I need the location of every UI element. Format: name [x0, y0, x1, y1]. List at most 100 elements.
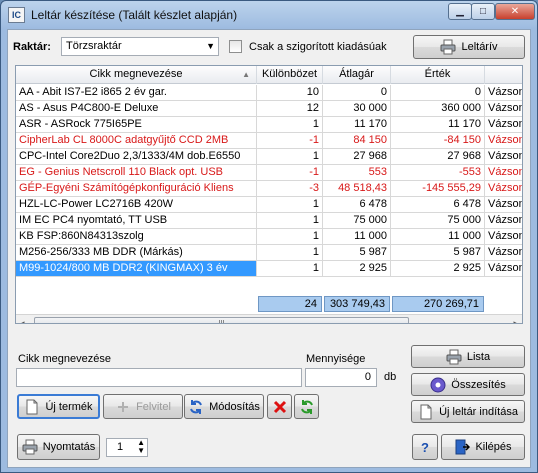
osszesites-button[interactable]: Összesítés [411, 373, 525, 396]
client-area: Raktár: Törzsraktár ▼ Csak a szigorított… [7, 29, 531, 468]
cell-kulonbozet: 1 [257, 229, 323, 245]
horizontal-scrollbar[interactable]: ◂ ||| ▸ [16, 314, 522, 323]
window-title: Leltár készítése (Talált készlet alapján… [31, 8, 238, 22]
table-row[interactable]: KB FSP:860N84313szolg111 00011 000Vázson… [16, 229, 522, 245]
document-icon [24, 399, 40, 415]
column-header-extra[interactable] [485, 66, 522, 84]
scroll-left-icon[interactable]: ◂ [20, 318, 25, 323]
cell-ertek: -553 [391, 165, 485, 181]
cell-atlagar: 27 968 [323, 149, 391, 165]
table-row[interactable]: HZL-LC-Power LC2716B 420W 1 6 478 6 478 Vázs… [16, 197, 522, 213]
scroll-right-icon[interactable]: ▸ [513, 318, 518, 323]
minimize-button[interactable]: ▁ [448, 3, 472, 20]
cell-extra: Vázsonyin [485, 165, 522, 181]
column-header-ertek[interactable]: Érték [391, 66, 485, 84]
title-bar[interactable]: IC Leltár készítése (Talált készlet alap… [1, 1, 537, 29]
cell-kulonbozet: 1 [257, 261, 323, 277]
column-header-name[interactable]: Cikk megnevezése ▲ [16, 66, 257, 84]
cell-kulonbozet: -1 [257, 133, 323, 149]
cell-atlagar: 5 987 [323, 245, 391, 261]
cell-name: M256-256/333 MB DDR (Márkás) [16, 245, 257, 261]
raktar-select[interactable]: Törzsraktár ▼ [61, 37, 219, 56]
cell-ertek: 2 925 [391, 261, 485, 277]
table-row[interactable]: ASR - ASRock 775I65PE111 17011 170Vázson… [16, 117, 522, 133]
cell-kulonbozet: 1 [257, 213, 323, 229]
green-refresh-icon [299, 399, 315, 415]
cell-extra: Vázsonyin [485, 117, 522, 133]
table-header: Cikk megnevezése ▲ Különbözet Átlagár Ért… [16, 66, 522, 84]
cell-name: ASR - ASRock 775I65PE [16, 117, 257, 133]
cell-kulonbozet: 1 [257, 149, 323, 165]
cell-kulonbozet: 10 [257, 85, 323, 101]
column-header-kulonbozet[interactable]: Különbözet [257, 66, 323, 84]
uj-termek-button[interactable]: Új termék [17, 394, 100, 419]
close-button[interactable]: ✕ [495, 3, 535, 20]
table-row[interactable]: AS - Asus P4C800-E Deluxe 12 30 000 360 000… [16, 101, 522, 117]
cell-name: AS - Asus P4C800-E Deluxe [16, 101, 257, 117]
spinner-arrows-icon[interactable]: ▲ ▼ [137, 439, 145, 455]
cell-extra: Vázsonyin [485, 181, 522, 197]
cell-kulonbozet: 1 [257, 245, 323, 261]
delete-x-icon [272, 399, 288, 415]
strict-checkbox[interactable] [229, 40, 242, 53]
raktar-select-value: Törzsraktár [66, 40, 122, 52]
mennyiseg-input[interactable]: 0 [305, 368, 377, 387]
uj-leltar-button[interactable]: Új leltár indítása [411, 400, 525, 423]
unit-label: db [384, 371, 397, 383]
cell-extra: Vázsonyin [485, 213, 522, 229]
felvitel-button[interactable]: Felvitel [103, 394, 183, 419]
cell-ertek: 27 968 [391, 149, 485, 165]
cell-extra: Vázsonyin [485, 261, 522, 277]
table-row[interactable]: GÉP-Egyéni Számítógépkonfiguráció Kliens… [16, 181, 522, 197]
table-row[interactable]: IM EC PC4 nyomtató, TT USB 1 75 000 75 000 V… [16, 213, 522, 229]
refresh-button[interactable] [294, 394, 319, 419]
cell-name: IM EC PC4 nyomtató, TT USB [16, 213, 257, 229]
leltariv-button[interactable]: Leltárív [413, 35, 525, 59]
cell-name: EG - Genius Netscroll 110 Black opt. USB [16, 165, 257, 181]
printer-icon [446, 349, 462, 365]
cell-ertek: 360 000 [391, 101, 485, 117]
cell-name: GÉP-Egyéni Számítógépkonfiguráció Kliens [16, 181, 257, 197]
cell-extra: Vázsonyin [485, 85, 522, 101]
inventory-table[interactable]: Cikk megnevezése ▲ Különbözet Átlagár Ért… [15, 65, 523, 324]
help-button[interactable]: ? [412, 434, 438, 460]
cell-name: HZL-LC-Power LC2716B 420W [16, 197, 257, 213]
cell-atlagar: 84 150 [323, 133, 391, 149]
table-row[interactable]: M99-1024/800 MB DDR2 (KINGMAX) 3 év 1 2 92… [16, 261, 522, 277]
table-row[interactable]: AA - Abit IS7-E2 i865 2 év gar. 10 0 0 Vázso… [16, 85, 522, 101]
printer-icon [22, 439, 38, 455]
modositas-button[interactable]: Módosítás [184, 394, 264, 419]
add-icon [115, 399, 131, 415]
maximize-button[interactable]: □ [471, 3, 495, 20]
column-header-atlagar[interactable]: Átlagár [323, 66, 391, 84]
cell-kulonbozet: 1 [257, 197, 323, 213]
table-row[interactable]: M256-256/333 MB DDR (Márkás) 1 5 987 5 987 V… [16, 245, 522, 261]
cell-ertek: 5 987 [391, 245, 485, 261]
delete-button[interactable] [267, 394, 292, 419]
total-atlagar: 303 749,43 [324, 296, 390, 312]
table-row[interactable]: CipherLab CL 8000C adatgyűjtő CCD 2MB -1 8… [16, 133, 522, 149]
cell-name: CipherLab CL 8000C adatgyűjtő CCD 2MB [16, 133, 257, 149]
scrollbar-thumb[interactable]: ||| [34, 317, 409, 323]
copies-spinner[interactable]: 1 ▲ ▼ [106, 438, 148, 457]
cell-extra: Vázsonyin [485, 245, 522, 261]
sum-disc-icon [430, 377, 446, 393]
mennyiseg-value: 0 [364, 371, 371, 383]
cell-extra: Vázsonyin [485, 229, 522, 245]
table-row[interactable]: CPC-Intel Core2Duo 2,3/1333/4M dob.E6550… [16, 149, 522, 165]
document-icon [418, 404, 434, 420]
cell-kulonbozet: -1 [257, 165, 323, 181]
cell-ertek: 6 478 [391, 197, 485, 213]
cell-ertek: -145 555,29 [391, 181, 485, 197]
table-row[interactable]: EG - Genius Netscroll 110 Black opt. USB… [16, 165, 522, 181]
kilepes-button[interactable]: Kilépés [441, 434, 525, 460]
cikk-input[interactable] [16, 368, 302, 387]
printer-icon [440, 39, 456, 55]
main-window: IC Leltár készítése (Talált készlet alap… [0, 0, 538, 473]
cell-ertek: 11 000 [391, 229, 485, 245]
leltariv-button-label: Leltárív [461, 41, 498, 53]
lista-button[interactable]: Lista [411, 345, 525, 368]
refresh-icon [188, 399, 204, 415]
cell-atlagar: 11 000 [323, 229, 391, 245]
nyomtatas-button[interactable]: Nyomtatás [17, 434, 100, 460]
